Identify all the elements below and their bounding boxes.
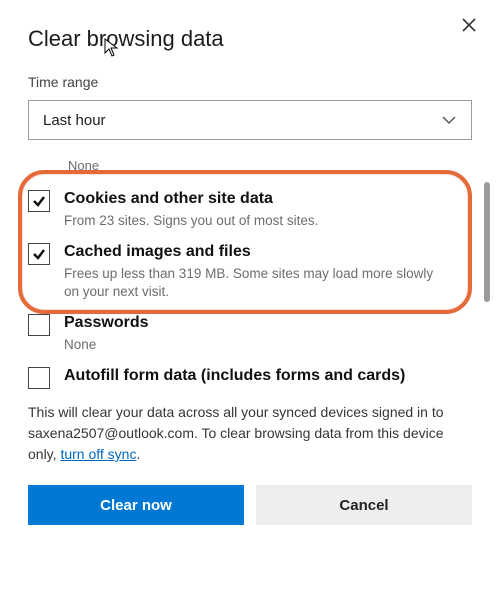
time-range-select[interactable]: Last hour	[28, 100, 472, 140]
clear-now-button[interactable]: Clear now	[28, 485, 244, 525]
checkbox-item-autofill[interactable]: Autofill form data (includes forms and c…	[28, 360, 472, 395]
checkbox[interactable]	[28, 190, 50, 212]
data-type-list: None Cookies and other site data From 23…	[28, 154, 472, 384]
checkbox[interactable]	[28, 367, 50, 389]
disclaimer-text-b: .	[136, 446, 140, 462]
dialog-title-text: Clear browsing data	[28, 26, 224, 51]
item-subtitle: None	[64, 336, 148, 354]
checkbox[interactable]	[28, 243, 50, 265]
item-subtitle: Frees up less than 319 MB. Some sites ma…	[64, 265, 434, 301]
item-title: Cookies and other site data	[64, 189, 318, 210]
time-range-value: Last hour	[43, 112, 106, 129]
turn-off-sync-link[interactable]: turn off sync	[60, 446, 136, 462]
check-icon	[32, 247, 46, 261]
item-text: Cached images and files Frees up less th…	[64, 242, 434, 301]
item-text: Autofill form data (includes forms and c…	[64, 366, 405, 387]
checkbox-item-cookies[interactable]: Cookies and other site data From 23 site…	[28, 183, 472, 236]
scrollbar[interactable]	[484, 182, 490, 302]
item-title: Cached images and files	[64, 242, 434, 263]
checkbox[interactable]	[28, 314, 50, 336]
check-icon	[32, 194, 46, 208]
dialog-buttons: Clear now Cancel	[28, 485, 472, 525]
item-text: Passwords None	[64, 313, 148, 354]
item-title: Passwords	[64, 313, 148, 334]
time-range-label: Time range	[28, 74, 472, 90]
sync-disclaimer: This will clear your data across all you…	[28, 402, 472, 465]
cursor-icon	[104, 38, 120, 58]
clear-browsing-data-dialog: Clear browsing data Time range Last hour…	[0, 0, 500, 612]
dialog-title: Clear browsing data	[28, 26, 472, 52]
truncated-item-subtitle: None	[68, 158, 472, 173]
checkbox-item-passwords[interactable]: Passwords None	[28, 307, 472, 360]
cancel-button[interactable]: Cancel	[256, 485, 472, 525]
item-text: Cookies and other site data From 23 site…	[64, 189, 318, 230]
item-subtitle: From 23 sites. Signs you out of most sit…	[64, 212, 318, 230]
chevron-down-icon	[441, 112, 457, 128]
item-title: Autofill form data (includes forms and c…	[64, 366, 405, 387]
checkbox-item-cache[interactable]: Cached images and files Frees up less th…	[28, 236, 472, 307]
